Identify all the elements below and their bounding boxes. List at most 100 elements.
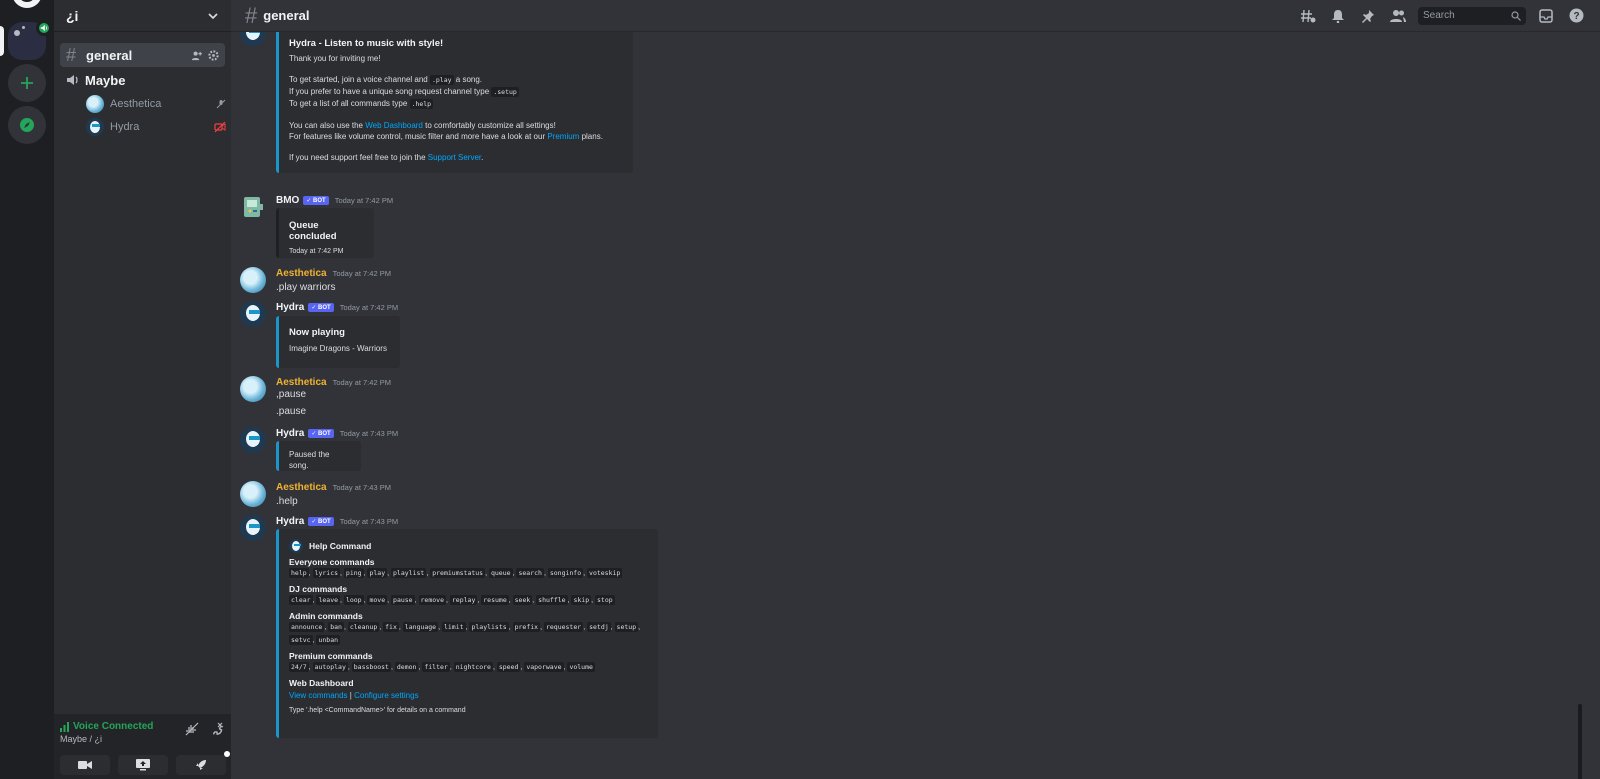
author-name[interactable]: Aesthetica	[276, 268, 327, 279]
command-code: help	[289, 568, 309, 578]
voice-user-hydra[interactable]: Hydra	[86, 117, 226, 137]
bot-badge: ✓ BOT	[308, 516, 334, 526]
avatar[interactable]	[240, 32, 266, 46]
welcome-embed: Hydra - Listen to music with style! Than…	[276, 32, 633, 173]
command-code: unban	[316, 635, 341, 645]
command-code: shuffle	[536, 595, 568, 605]
command-code: autoplay	[312, 662, 348, 672]
message-header: BMO ✓ BOT Today at 7:42 PM	[276, 194, 393, 206]
avatar	[86, 95, 104, 113]
server-logo-icon[interactable]	[12, 0, 42, 8]
embed-text: Imagine Dragons - Warriors	[289, 344, 387, 353]
command-code: songinfo	[547, 568, 584, 578]
activities-button[interactable]	[176, 751, 230, 775]
avatar[interactable]	[240, 376, 266, 402]
avatar[interactable]	[240, 515, 266, 541]
avatar[interactable]	[240, 427, 266, 453]
author-name[interactable]: Aesthetica	[276, 482, 327, 493]
web-dashboard-link[interactable]: Web Dashboard	[365, 121, 423, 130]
voice-connection-panel: Voice Connected Maybe / ¿i	[54, 714, 231, 779]
author-name[interactable]: Aesthetica	[276, 377, 327, 388]
embed-text: Thank you for inviting me!	[289, 54, 381, 63]
help-icon[interactable]: ?	[1566, 6, 1586, 26]
search-input[interactable]: Search	[1418, 6, 1526, 25]
channel-name: general	[86, 47, 133, 63]
help-sections: Everyone commands help, lyrics, ping, pla…	[289, 557, 648, 674]
embed-title: Hydra - Listen to music with style!	[289, 38, 444, 49]
embed-text: If you prefer to have a unique song requ…	[289, 87, 519, 97]
message-header: Aesthetica Today at 7:43 PM	[276, 481, 391, 493]
avatar[interactable]	[240, 301, 266, 327]
gear-icon[interactable]	[208, 49, 219, 61]
video-button[interactable]	[60, 755, 110, 775]
command-section: DJ commands clear, leave, loop, move, pau…	[289, 584, 648, 607]
support-server-link[interactable]: Support Server	[428, 153, 481, 162]
configure-settings-link[interactable]: Configure settings	[354, 691, 418, 700]
avatar	[86, 118, 104, 136]
voice-channel-maybe[interactable]: Maybe	[66, 70, 125, 90]
voice-location[interactable]: Maybe / ¿i	[60, 734, 102, 744]
command-code: ban	[328, 622, 344, 632]
threads-icon[interactable]	[1298, 6, 1318, 26]
avatar[interactable]	[240, 481, 266, 507]
command-code: seek	[512, 595, 533, 605]
inbox-icon[interactable]	[1536, 6, 1556, 26]
explore-icon[interactable]	[8, 106, 46, 144]
voice-channel-name: Maybe	[85, 72, 126, 88]
pin-icon[interactable]	[1358, 6, 1378, 26]
add-server-icon[interactable]	[8, 64, 46, 102]
voice-user-aesthetica[interactable]: Aesthetica	[86, 94, 226, 114]
command-code: resume	[481, 595, 509, 605]
command-code: pause	[391, 595, 415, 605]
view-commands-link[interactable]: View commands	[289, 691, 348, 700]
search-placeholder: Search	[1423, 10, 1455, 21]
command-code: prefix	[512, 622, 541, 632]
server-dot	[14, 30, 20, 36]
author-name[interactable]: BMO	[276, 195, 299, 206]
svg-text:?: ?	[1573, 11, 1579, 22]
section-title: DJ commands	[289, 584, 348, 594]
signal-icon	[60, 721, 69, 732]
timestamp: Today at 7:43 PM	[332, 482, 391, 492]
hydra-icon	[289, 539, 303, 553]
message-text: .play warriors	[276, 282, 336, 293]
command-code: volume	[567, 662, 595, 672]
active-server-icon[interactable]	[8, 20, 52, 60]
noise-suppression-icon[interactable]	[185, 722, 199, 736]
message-text: .pause	[276, 406, 307, 417]
channel-item-general[interactable]: # general	[60, 43, 225, 67]
paused-embed: Paused the song.	[276, 441, 361, 471]
message-header: Hydra ✓ BOT Today at 7:42 PM	[276, 301, 398, 313]
author-name[interactable]: Hydra	[276, 516, 304, 527]
voice-status[interactable]: Voice Connected	[60, 721, 153, 732]
command-code: loop	[343, 595, 364, 605]
speaker-icon	[67, 75, 78, 85]
author-name[interactable]: Hydra	[276, 302, 304, 313]
guild-header[interactable]: ¿i	[54, 0, 231, 32]
bell-icon[interactable]	[1328, 6, 1348, 26]
command-code: cleanup	[347, 622, 380, 632]
avatar[interactable]	[240, 267, 266, 293]
server-rail	[0, 0, 54, 779]
now-playing-embed: Now playing Imagine Dragons - Warriors	[276, 316, 400, 368]
command-code: setup	[614, 622, 639, 632]
timestamp: Today at 7:43 PM	[339, 428, 399, 438]
notification-dot	[224, 751, 230, 757]
author-name[interactable]: Hydra	[276, 428, 304, 439]
command-code: setvc	[289, 635, 313, 645]
disconnect-icon[interactable]	[209, 722, 223, 736]
message-header: Aesthetica Today at 7:42 PM	[276, 376, 391, 388]
member-list-icon[interactable]	[1388, 6, 1408, 26]
command-list: clear, leave, loop, move, pause, remove,…	[289, 595, 615, 605]
command-code: playlist	[391, 568, 427, 578]
dashboard-section: Web Dashboard View commands | Configure …	[289, 678, 648, 701]
search-icon	[1511, 10, 1521, 21]
command-section: Everyone commands help, lyrics, ping, pla…	[289, 557, 648, 580]
screen-share-button[interactable]	[118, 755, 168, 775]
command-code: lyrics	[312, 568, 341, 578]
scrollbar[interactable]	[1578, 704, 1582, 779]
embed-title: Help Command	[309, 541, 372, 551]
invite-icon[interactable]	[191, 50, 202, 61]
avatar[interactable]	[240, 194, 266, 220]
premium-link[interactable]: Premium	[547, 132, 579, 141]
